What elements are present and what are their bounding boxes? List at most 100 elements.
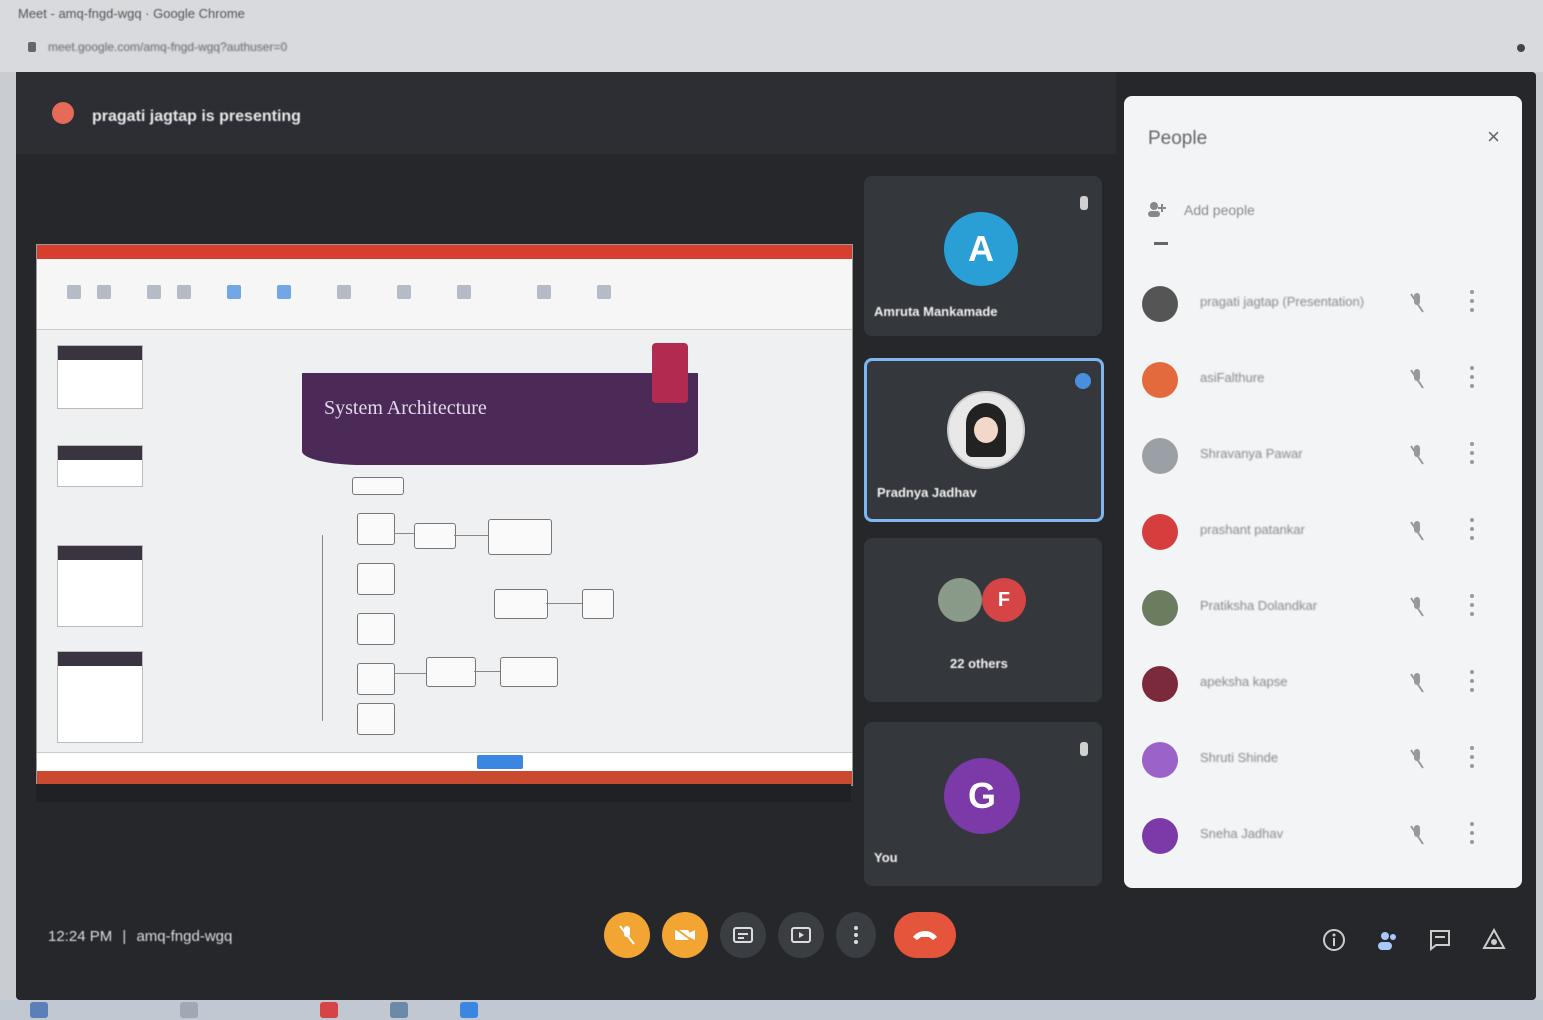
chat-icon[interactable] bbox=[1428, 928, 1452, 952]
participant-avatar bbox=[938, 578, 982, 622]
people-icon[interactable] bbox=[1376, 928, 1400, 952]
ppt-status-bar bbox=[37, 771, 852, 785]
diagram-node bbox=[352, 477, 404, 495]
participant-name: Shruti Shinde bbox=[1200, 750, 1279, 765]
participant-name: asiFalthure bbox=[1200, 370, 1265, 385]
diagram-connector bbox=[394, 673, 426, 674]
diagram-node bbox=[357, 703, 395, 735]
more-options-icon[interactable] bbox=[1470, 518, 1474, 544]
participant-avatar bbox=[947, 391, 1025, 469]
section-divider bbox=[1154, 242, 1168, 245]
diagram-node bbox=[357, 513, 395, 545]
diagram-connector bbox=[474, 671, 500, 672]
more-options-icon[interactable] bbox=[1470, 746, 1474, 772]
current-time: 12:24 PM bbox=[48, 928, 113, 945]
people-panel: People × Add people pragati jagtap (Pres… bbox=[1124, 96, 1522, 888]
slide-thumbnail[interactable] bbox=[57, 651, 143, 743]
participant-tile-active[interactable]: Pradnya Jadhav bbox=[864, 358, 1104, 522]
participant-avatar: A bbox=[944, 212, 1018, 286]
slide-title: System Architecture bbox=[324, 397, 487, 419]
speaking-icon bbox=[1075, 373, 1091, 389]
browser-menu-icon[interactable] bbox=[1517, 44, 1525, 52]
end-call-button[interactable] bbox=[894, 912, 956, 958]
camera-off-icon bbox=[674, 927, 695, 943]
ppt-notes-bar bbox=[37, 752, 852, 771]
more-options-icon[interactable] bbox=[1470, 822, 1474, 848]
participant-row[interactable]: pragati jagtap (Presentation) bbox=[1142, 276, 1502, 336]
ribbon-arrange-icon bbox=[277, 285, 291, 299]
mic-off-icon[interactable] bbox=[1410, 824, 1424, 846]
participant-avatar bbox=[1142, 286, 1178, 322]
participant-row[interactable]: Sneha Jadhav bbox=[1142, 808, 1502, 868]
participant-name: Amruta Mankamade bbox=[874, 304, 998, 319]
mic-off-icon bbox=[1080, 196, 1088, 210]
microphone-button[interactable] bbox=[604, 912, 650, 958]
mic-off-icon[interactable] bbox=[1410, 520, 1424, 542]
diagram-connector bbox=[322, 535, 323, 721]
participant-row[interactable]: asiFalthure bbox=[1142, 352, 1502, 412]
more-options-button[interactable] bbox=[836, 912, 876, 958]
participant-row[interactable]: Shruti Shinde bbox=[1142, 732, 1502, 792]
taskbar-app-icon[interactable] bbox=[180, 1002, 198, 1018]
start-icon[interactable] bbox=[30, 1002, 48, 1018]
self-tile[interactable]: G You bbox=[864, 722, 1102, 886]
participant-avatar bbox=[1142, 362, 1178, 398]
participant-name: Sneha Jadhav bbox=[1200, 826, 1284, 841]
participant-name: Pratiksha Dolandkar bbox=[1200, 598, 1318, 613]
mic-off-icon[interactable] bbox=[1410, 672, 1424, 694]
diagram-connector bbox=[546, 603, 582, 604]
add-person-icon[interactable] bbox=[1146, 200, 1166, 218]
browser-tab-title[interactable]: Meet - amq-fngd-wgq · Google Chrome bbox=[18, 6, 245, 21]
captions-button[interactable] bbox=[720, 912, 766, 958]
diagram-node bbox=[357, 613, 395, 645]
screen-share-controls[interactable] bbox=[36, 784, 851, 802]
self-name: You bbox=[874, 850, 898, 865]
more-options-icon[interactable] bbox=[1470, 366, 1474, 392]
add-people-button[interactable]: Add people bbox=[1184, 202, 1255, 218]
participant-avatar bbox=[1142, 742, 1178, 778]
chrome-icon[interactable] bbox=[320, 1002, 338, 1018]
current-slide: System Architecture bbox=[302, 343, 698, 773]
ppt-share-badge bbox=[477, 755, 523, 769]
more-options-icon[interactable] bbox=[1470, 442, 1474, 468]
meeting-controls-bar: 12:24 PM | amq-fngd-wgq bbox=[16, 892, 1536, 1000]
mic-off-icon[interactable] bbox=[1410, 292, 1424, 314]
address-bar[interactable]: meet.google.com/amq-fngd-wgq?authuser=0 bbox=[48, 40, 287, 54]
diagram-node bbox=[357, 663, 395, 695]
participant-name: pragati jagtap (Presentation) bbox=[1200, 294, 1365, 309]
taskbar-app-icon[interactable] bbox=[460, 1002, 478, 1018]
taskbar-app-icon[interactable] bbox=[390, 1002, 408, 1018]
participant-row[interactable]: Shravanya Pawar bbox=[1142, 428, 1502, 488]
others-tile[interactable]: F 22 others bbox=[864, 538, 1102, 702]
ribbon-list-icon bbox=[457, 285, 471, 299]
camera-button[interactable] bbox=[662, 912, 708, 958]
close-icon[interactable]: × bbox=[1487, 124, 1500, 150]
activities-icon[interactable] bbox=[1482, 928, 1506, 952]
mic-off-icon[interactable] bbox=[1410, 368, 1424, 390]
participant-tile[interactable]: A Amruta Mankamade bbox=[864, 176, 1102, 336]
presenter-banner: pragati jagtap is presenting bbox=[16, 72, 1116, 154]
more-options-icon[interactable] bbox=[1470, 670, 1474, 696]
participant-avatar bbox=[1142, 590, 1178, 626]
slide-thumbnail[interactable] bbox=[57, 345, 143, 409]
shared-screen[interactable]: System Architecture bbox=[36, 244, 853, 786]
os-taskbar bbox=[0, 1000, 1543, 1020]
ribbon-find-icon bbox=[537, 285, 551, 299]
participant-name: apeksha kapse bbox=[1200, 674, 1288, 689]
slide-thumbnail[interactable] bbox=[57, 445, 143, 487]
meeting-details-icon[interactable] bbox=[1322, 928, 1346, 952]
mic-off-icon[interactable] bbox=[1410, 748, 1424, 770]
participant-avatar bbox=[1142, 514, 1178, 550]
more-options-icon[interactable] bbox=[1470, 290, 1474, 316]
participant-avatar bbox=[1142, 438, 1178, 474]
participant-row[interactable]: Pratiksha Dolandkar bbox=[1142, 580, 1502, 640]
participant-row[interactable]: apeksha kapse bbox=[1142, 656, 1502, 716]
present-screen-icon bbox=[791, 927, 811, 943]
participant-row[interactable]: prashant patankar bbox=[1142, 504, 1502, 564]
slide-thumbnail[interactable] bbox=[57, 545, 143, 627]
people-panel-title: People bbox=[1148, 128, 1208, 149]
mic-off-icon[interactable] bbox=[1410, 596, 1424, 618]
present-button[interactable] bbox=[778, 912, 824, 958]
more-options-icon[interactable] bbox=[1470, 594, 1474, 620]
mic-off-icon[interactable] bbox=[1410, 444, 1424, 466]
